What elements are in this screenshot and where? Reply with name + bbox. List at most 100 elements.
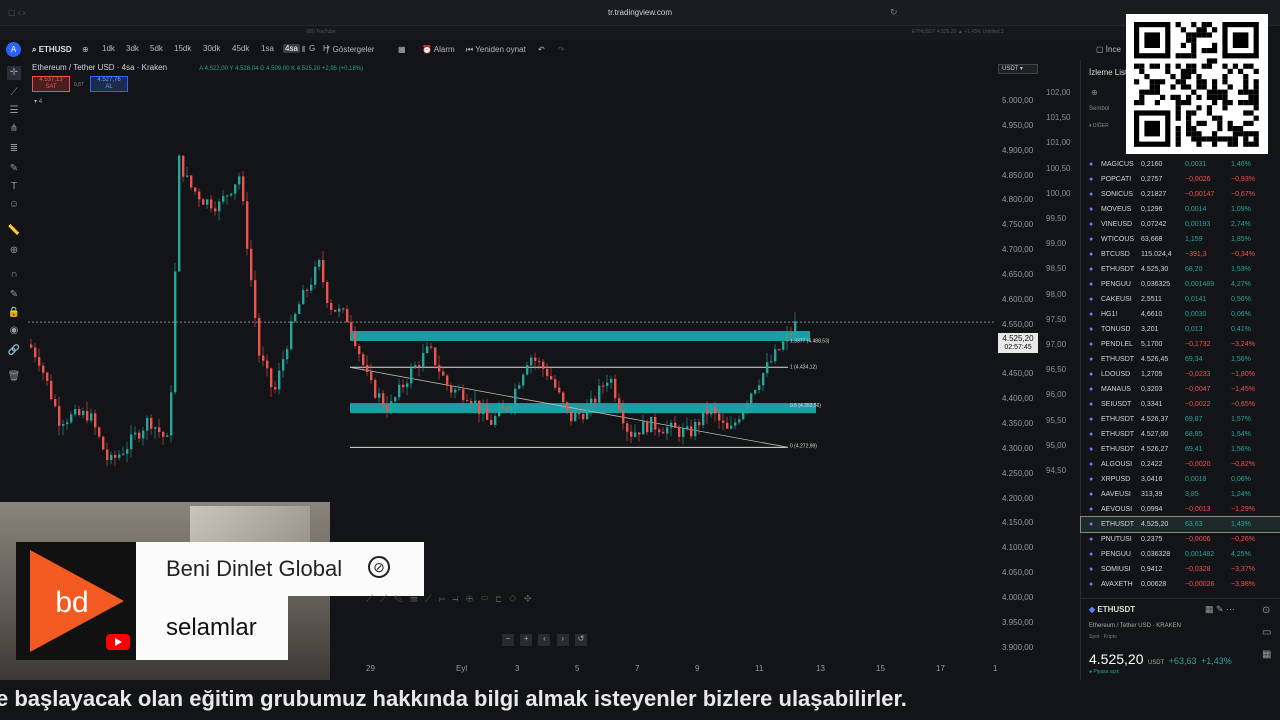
interval-G[interactable]: G bbox=[307, 44, 317, 53]
buy-price: 4.527,76 bbox=[97, 77, 121, 83]
watchlist-row[interactable]: ● ALGOUSI 0,2422 −0,0020 −0,82% bbox=[1081, 457, 1280, 472]
ruler-icon[interactable]: 📏 bbox=[7, 224, 21, 238]
qr-module bbox=[1243, 89, 1249, 95]
reset-chart-icon[interactable]: ↺ bbox=[574, 634, 587, 646]
chart-type-icon[interactable]: ⫴ bbox=[302, 44, 305, 56]
watchlist-row[interactable]: ● LDOUSD 1,2705 −0,0233 −1,80% bbox=[1081, 367, 1280, 382]
interval-1sa[interactable]: 1sa bbox=[259, 44, 276, 53]
watchlist-row[interactable]: ● ETHUSDT 4.527,00 68,85 1,54% bbox=[1081, 427, 1280, 442]
window-controls-icon[interactable]: ▢ ‹ › bbox=[8, 8, 68, 18]
sell-button[interactable]: 4.537,13 SAT bbox=[32, 76, 70, 92]
watchlist-row[interactable]: ● WTICOUS 63,668 1,159 1,85% bbox=[1081, 232, 1280, 247]
lock-draw-icon[interactable]: ✎ bbox=[7, 288, 21, 302]
interval-4sa[interactable]: 4sa bbox=[283, 44, 300, 53]
right-panel-label[interactable]: ▢ İnce bbox=[1096, 44, 1121, 56]
detail-symbol[interactable]: ◆ ETHUSDT bbox=[1089, 605, 1135, 614]
chat-icon[interactable]: ▭ bbox=[1262, 622, 1278, 644]
tab-youtube[interactable]: (80) YouTube bbox=[306, 29, 336, 35]
undo-icon[interactable]: ↶ bbox=[538, 44, 545, 56]
watchlist-row[interactable]: ● ETHUSDT 4.526,37 69,87 1,57% bbox=[1081, 412, 1280, 427]
watchlist-row[interactable]: ● ETHUSDT 4.525,30 68,20 1,53% bbox=[1081, 262, 1280, 277]
column-symbol[interactable]: Sembol bbox=[1089, 106, 1109, 112]
lock-icon[interactable]: 🔒 bbox=[7, 306, 21, 320]
watchlist-row[interactable]: ● AAVEUSI 313,39 3,85 1,24% bbox=[1081, 487, 1280, 502]
help-icon[interactable]: ⊙ bbox=[1262, 600, 1278, 622]
horizontal-lines-icon[interactable]: ☰ bbox=[7, 104, 21, 118]
floating-draw-toolbar[interactable]: ⟋⟋✎☰⟋⊢⊣⊕▭⊏◇✥ bbox=[366, 594, 596, 608]
coin-icon: ● bbox=[1089, 551, 1094, 558]
watchlist-row[interactable]: ● AVAXETH 0,00628 −0,00026 −3,98% bbox=[1081, 577, 1280, 592]
chart-nav-buttons[interactable]: − + ‹ › ↺ bbox=[502, 634, 587, 646]
brush-icon[interactable]: ✎ bbox=[7, 162, 21, 176]
resistance-zone[interactable] bbox=[350, 331, 810, 342]
alert-button[interactable]: ⏰ Alarm bbox=[422, 44, 455, 56]
watchlist-row[interactable]: ● AEVOUSI 0,0994 −0,0013 −1,29% bbox=[1081, 502, 1280, 517]
buy-button[interactable]: 4.527,76 AL bbox=[90, 76, 128, 92]
watchlist-row[interactable]: ● MANAUS 0,3203 −0,0047 −1,45% bbox=[1081, 382, 1280, 397]
candle-body bbox=[406, 383, 409, 388]
detail-actions[interactable]: ▦ ✎ ⋯ bbox=[1205, 604, 1235, 615]
watchlist-row[interactable]: ● MAGICUS 0,2160 0,0031 1,46% bbox=[1081, 157, 1280, 172]
indicators-button[interactable]: ƒ Göstergeler bbox=[326, 44, 374, 56]
fib-icon[interactable]: ≣ bbox=[7, 142, 21, 156]
redo-icon[interactable]: ↷ bbox=[558, 44, 565, 56]
emoji-icon[interactable]: ☺ bbox=[7, 198, 21, 212]
zoom-in-icon[interactable]: + bbox=[520, 634, 533, 646]
watchlist-row[interactable]: ● VINEUSD 0,07242 0,00193 2,74% bbox=[1081, 217, 1280, 232]
price-tick: 3.900,00 bbox=[1002, 642, 1034, 652]
zoom-out-icon[interactable]: − bbox=[502, 634, 514, 646]
zoom-icon[interactable]: ⊕ bbox=[7, 244, 21, 258]
eye-icon[interactable]: ◉ bbox=[7, 324, 21, 338]
watchlist-row[interactable]: ● ETHUSDT 4.525,20 63,63 1,43% bbox=[1080, 516, 1280, 533]
watchlist-row[interactable]: ● SONICUS 0,21827 −0,00147 −0,67% bbox=[1081, 187, 1280, 202]
indicator-count[interactable]: ▾ 4 bbox=[34, 98, 42, 105]
watchlist-row[interactable]: ● XRPUSD 3,0416 0,0018 0,06% bbox=[1081, 472, 1280, 487]
user-avatar[interactable]: A bbox=[6, 42, 21, 57]
watchlist-row[interactable]: ● PNUTUSI 0,2375 −0,0006 −0,26% bbox=[1081, 532, 1280, 547]
interval-1dk[interactable]: 1dk bbox=[100, 44, 117, 53]
interval-30dk[interactable]: 30dk bbox=[201, 44, 222, 53]
interval-5dk[interactable]: 5dk bbox=[148, 44, 165, 53]
watchlist-row[interactable]: ● SOMIUSI 0,9412 −0,0328 −3,37% bbox=[1081, 562, 1280, 577]
crosshair-icon[interactable]: ✛ bbox=[7, 66, 21, 80]
watchlist-row[interactable]: ● PENGUU 0,036328 0,001482 4,25% bbox=[1081, 547, 1280, 562]
watchlist-row[interactable]: ● BTCUSD 115.024,4 −391,3 −0,34% bbox=[1081, 247, 1280, 262]
watchlist-row[interactable]: ● PENGUU 0,036325 0,001489 4,27% bbox=[1081, 277, 1280, 292]
interval-45dk[interactable]: 45dk bbox=[230, 44, 251, 53]
qr-module bbox=[1201, 22, 1207, 28]
pitchfork-icon[interactable]: ⋔ bbox=[7, 122, 21, 136]
watchlist-row[interactable]: ● SEIUSDT 0,3341 −0,0022 −0,65% bbox=[1081, 397, 1280, 412]
interval-3dk[interactable]: 3dk bbox=[124, 44, 141, 53]
candle-body bbox=[614, 378, 617, 399]
text-icon[interactable]: T bbox=[7, 180, 21, 194]
link-icon[interactable]: 🔗 bbox=[7, 344, 21, 358]
watchlist-row[interactable]: ● PENDLEL 5,1700 −0,1732 −3,24% bbox=[1081, 337, 1280, 352]
watchlist-row[interactable]: ● CAKEUSI 2,5511 0,0141 0,56% bbox=[1081, 292, 1280, 307]
candles[interactable] bbox=[30, 153, 797, 467]
address-bar[interactable]: tr.tradingview.com bbox=[380, 5, 900, 21]
watchlist-menu-icon[interactable]: ⊕ bbox=[1091, 88, 1098, 97]
scroll-left-icon[interactable]: ‹ bbox=[538, 634, 551, 646]
tab-tradingview[interactable]: ETHUSDT 4.525,20 ▲ +1,43% Untitled 3 bbox=[912, 29, 1004, 35]
apps-icon[interactable]: ▦ bbox=[1262, 644, 1278, 666]
trash-icon[interactable]: 🗑 bbox=[7, 370, 21, 384]
watchlist-row[interactable]: ● ETHUSDT 4.526,45 69,34 1,56% bbox=[1081, 352, 1280, 367]
watchlist-row[interactable]: ● HG1! 4,6610 0,0030 0,06% bbox=[1081, 307, 1280, 322]
watchlist-row[interactable]: ● MOVEUS 0,1296 0,0014 1,09% bbox=[1081, 202, 1280, 217]
qr-module bbox=[1154, 63, 1160, 69]
row-last: 4,6610 bbox=[1141, 311, 1163, 318]
symbol-search[interactable]: ⌕ ETHUSD bbox=[32, 44, 72, 56]
trendline-icon[interactable]: ⟋ bbox=[7, 86, 21, 100]
magnet-icon[interactable]: ∩ bbox=[7, 268, 21, 282]
scroll-right-icon[interactable]: › bbox=[556, 634, 569, 646]
watchlist-row[interactable]: ● ETHUSDT 4.526,27 69,41 1,56% bbox=[1081, 442, 1280, 457]
watchlist-row[interactable]: ● TONUSD 3,201 0,013 0,41% bbox=[1081, 322, 1280, 337]
currency-selector[interactable]: USDT ▾ bbox=[998, 64, 1038, 74]
watchlist-row[interactable]: ● POPCATI 0,2757 −0,0026 −0,93% bbox=[1081, 172, 1280, 187]
add-symbol-icon[interactable]: ⊕ bbox=[82, 44, 89, 56]
group-label[interactable]: ▾ DİĞER bbox=[1089, 123, 1109, 129]
replay-button[interactable]: ⏮ Yeniden oynat bbox=[466, 44, 526, 56]
reload-icon[interactable]: ↻ bbox=[890, 7, 898, 18]
layouts-icon[interactable]: ▦ bbox=[398, 44, 406, 56]
interval-15dk[interactable]: 15dk bbox=[172, 44, 193, 53]
